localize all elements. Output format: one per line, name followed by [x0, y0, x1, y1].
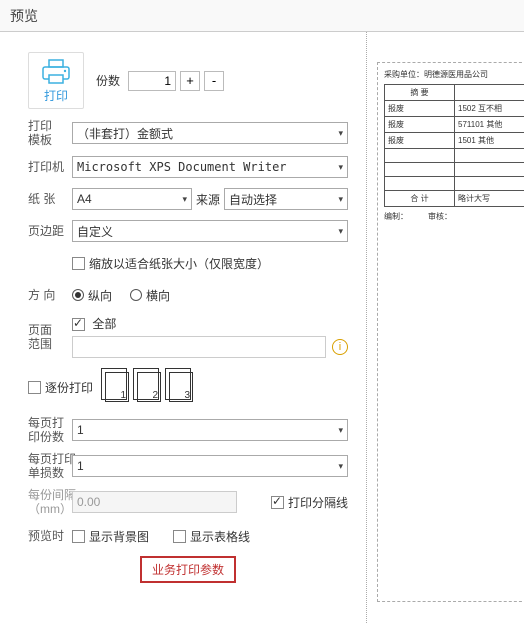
- perpage-copies-label: 每页打 印份数: [28, 416, 72, 444]
- perpage-copies-select[interactable]: 1 ▾: [72, 419, 348, 441]
- chevron-down-icon: ▾: [338, 128, 343, 139]
- table-sum-row: 合 计 略计大写: [385, 191, 524, 207]
- doc-sum-val: 略计大写: [455, 191, 524, 207]
- spacing-label: 每份间隔 （mm）: [28, 488, 72, 516]
- paper-source-label: 来源: [196, 191, 220, 208]
- copies-input[interactable]: [128, 71, 176, 91]
- collate-fig-1: 1: [105, 372, 129, 402]
- perpage-singles-label: 每页打印 单损数: [28, 452, 72, 480]
- collate-checkbox[interactable]: [28, 381, 41, 394]
- chevron-down-icon: ▾: [338, 226, 343, 237]
- printer-icon: [41, 59, 71, 85]
- show-bg-checkbox[interactable]: [72, 530, 85, 543]
- doc-foot2: 审核：: [428, 211, 452, 222]
- range-input[interactable]: [72, 336, 326, 358]
- perpage-copies-value: 1: [77, 423, 84, 437]
- print-button[interactable]: 打印: [28, 52, 84, 109]
- range-label: 页面 范围: [28, 323, 72, 351]
- doc-table: 摘 要 金 报废1502 互不相 报废571101 其他 报废1501 其他 合…: [384, 84, 524, 207]
- paper-value: A4: [77, 192, 92, 206]
- paper-label: 纸 张: [28, 192, 72, 206]
- printer-value: Microsoft XPS Document Writer: [77, 160, 287, 174]
- table-row: [385, 163, 524, 177]
- printer-select[interactable]: Microsoft XPS Document Writer ▾: [72, 156, 348, 178]
- portrait-radio[interactable]: [72, 289, 84, 301]
- chevron-down-icon: ▾: [338, 194, 343, 205]
- portrait-label: 纵向: [88, 287, 112, 304]
- copies-plus[interactable]: +: [180, 71, 200, 91]
- chevron-down-icon: ▾: [338, 162, 343, 173]
- table-row: 报废1501 其他: [385, 133, 524, 149]
- copies-label: 份数: [96, 72, 120, 89]
- doc-th2: 金: [455, 85, 524, 101]
- info-icon[interactable]: i: [332, 339, 348, 355]
- doc-foot1: 编制：: [384, 211, 408, 222]
- orientation-label: 方 向: [28, 288, 72, 302]
- doc-th1: 摘 要: [385, 85, 455, 101]
- paper-source-select[interactable]: 自动选择 ▾: [224, 188, 348, 210]
- table-row: 报废1502 互不相: [385, 101, 524, 117]
- table-row: [385, 177, 524, 191]
- margin-select[interactable]: 自定义 ▾: [72, 220, 348, 242]
- margin-value: 自定义: [77, 223, 113, 240]
- window-title: 预览: [0, 0, 524, 32]
- template-value: （非套打）金额式: [77, 125, 173, 142]
- paper-source-value: 自动选择: [229, 191, 277, 208]
- landscape-radio[interactable]: [130, 289, 142, 301]
- show-grid-checkbox[interactable]: [173, 530, 186, 543]
- doc-sum-label: 合 计: [385, 191, 455, 207]
- preview-pane: 采购单位：明德源医用品公司 摘 要 金 报废1502 互不相 报废571101 …: [366, 32, 524, 623]
- settings-panel: 打印 份数 + - 打印 模板 （非套打）金额式 ▾ 打印机 Microsoft…: [0, 32, 366, 623]
- chevron-down-icon: ▾: [338, 461, 343, 472]
- range-all-checkbox[interactable]: [72, 318, 85, 331]
- fitwidth-label: 缩放以适合纸张大小（仅限宽度）: [89, 255, 269, 272]
- chevron-down-icon: ▾: [338, 425, 343, 436]
- show-bg-label: 显示背景图: [89, 528, 149, 545]
- landscape-label: 横向: [146, 287, 170, 304]
- collate-fig-3: 3: [169, 372, 193, 402]
- preview-label: 预览时: [28, 529, 72, 543]
- biz-params-button[interactable]: 业务打印参数: [140, 556, 236, 583]
- perpage-singles-value: 1: [77, 459, 84, 473]
- perpage-singles-select[interactable]: 1 ▾: [72, 455, 348, 477]
- spacing-input: [72, 491, 237, 513]
- doc-vendor: 采购单位：明德源医用品公司: [384, 69, 524, 80]
- template-select[interactable]: （非套打）金额式 ▾: [72, 122, 348, 144]
- preview-document: 采购单位：明德源医用品公司 摘 要 金 报废1502 互不相 报废571101 …: [377, 62, 524, 602]
- separator-label: 打印分隔线: [288, 494, 348, 511]
- chevron-down-icon: ▾: [182, 194, 187, 205]
- margin-label: 页边距: [28, 224, 72, 238]
- template-label: 打印 模板: [28, 119, 72, 147]
- table-row: [385, 149, 524, 163]
- printer-label: 打印机: [28, 160, 72, 174]
- print-button-label: 打印: [29, 87, 83, 104]
- show-grid-label: 显示表格线: [190, 528, 250, 545]
- paper-select[interactable]: A4 ▾: [72, 188, 192, 210]
- separator-checkbox[interactable]: [271, 496, 284, 509]
- collate-label: 逐份打印: [45, 379, 93, 396]
- range-all-label: 全部: [92, 317, 116, 331]
- copies-minus[interactable]: -: [204, 71, 224, 91]
- collate-fig-2: 2: [137, 372, 161, 402]
- table-row: 报废571101 其他: [385, 117, 524, 133]
- fitwidth-checkbox[interactable]: [72, 257, 85, 270]
